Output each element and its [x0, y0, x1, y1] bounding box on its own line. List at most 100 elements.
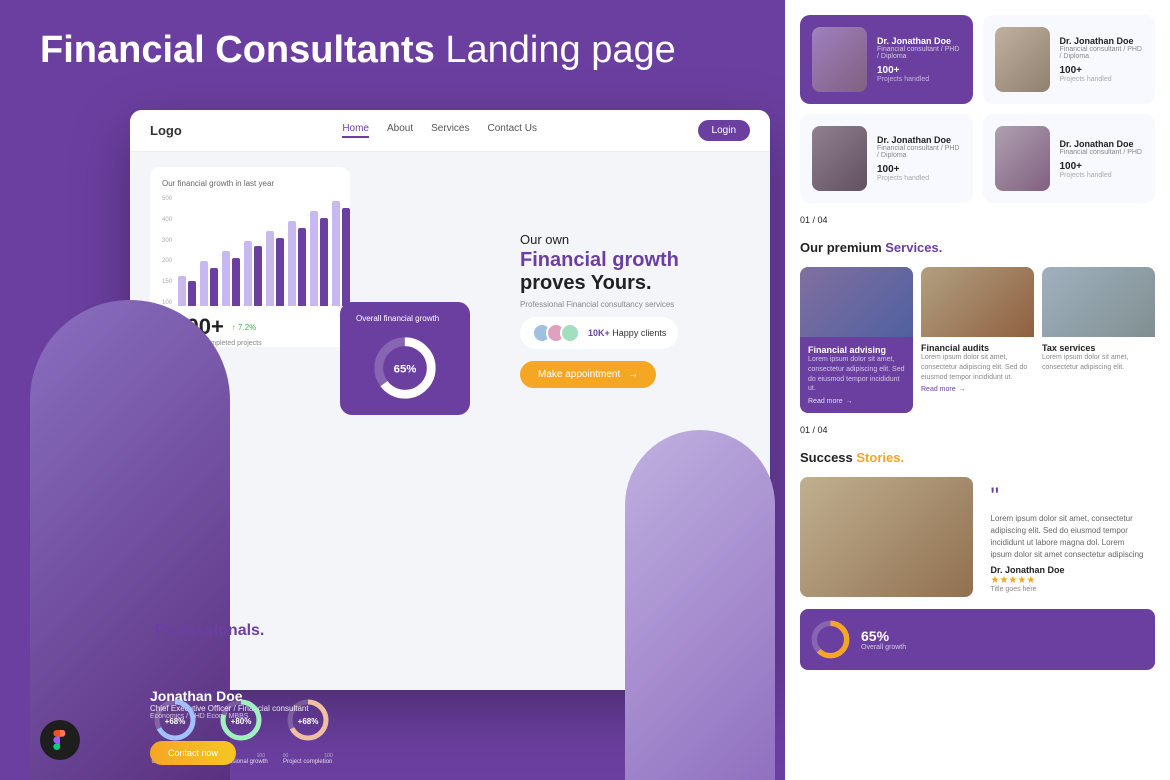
- contact-button[interactable]: Contact now: [150, 741, 236, 765]
- consultant-card-1: Dr. Jonathan Doe Financial consultant / …: [800, 15, 973, 104]
- consultant-projects-label-3: Projects handled: [877, 175, 961, 182]
- service-card-3: Tax services Lorem ipsum dolor sit amet,…: [1042, 267, 1155, 413]
- hero-text: Our own Financial growth proves Yours. P…: [520, 232, 750, 388]
- consultant-avatar-3: [812, 126, 867, 191]
- service-desc-1: Lorem ipsum dolor sit amet, consectetur …: [808, 355, 905, 394]
- service-info-3: Tax services Lorem ipsum dolor sit amet,…: [1042, 337, 1155, 379]
- professionals-text: Professionals.: [155, 622, 264, 640]
- consultant-role-3: Financial consultant / PHD / Diploma: [877, 145, 961, 159]
- gauge-chart-1: +68%: [150, 695, 200, 745]
- read-more-2[interactable]: Read more →: [921, 386, 1034, 393]
- chart-title: Our financial growth in last year: [162, 179, 338, 188]
- donut-chart: 65%: [370, 333, 440, 403]
- service-name-1: Financial advising: [808, 345, 905, 355]
- services-section-title: Our premium Services.: [800, 240, 1155, 255]
- consultant-projects-label-1: Projects handled: [877, 76, 961, 83]
- consultant-avatar-4: [995, 126, 1050, 191]
- quote-author-title: Title goes here: [991, 586, 1148, 593]
- quote-mark: ": [991, 485, 1148, 509]
- clients-row: 10K+ Happy clients: [520, 317, 678, 349]
- service-image-1: [800, 267, 913, 337]
- consultant-card-3: Dr. Jonathan Doe Financial consultant / …: [800, 114, 973, 203]
- mini-gauge-label: Overall growth: [861, 644, 906, 651]
- service-card-1: Financial advising Lorem ipsum dolor sit…: [800, 267, 913, 413]
- hero-sub: Our own: [520, 232, 750, 247]
- success-image: [800, 477, 973, 597]
- service-desc-3: Lorem ipsum dolor sit amet, consectetur …: [1042, 353, 1155, 373]
- logo: Logo: [150, 123, 182, 138]
- hero-tagline: Professional Financial consultancy servi…: [520, 300, 750, 309]
- mini-gauge-chart: [808, 617, 853, 662]
- consultant-info-1: Dr. Jonathan Doe Financial consultant / …: [877, 36, 961, 83]
- clients-text: 10K+ Happy clients: [588, 328, 666, 338]
- appointment-button[interactable]: Make appointment →: [520, 361, 656, 388]
- gauge-chart-2: +80%: [216, 695, 266, 745]
- donut-label: 65%: [394, 363, 417, 375]
- consultant-projects-label-4: Projects handled: [1060, 172, 1144, 179]
- growth-card-title: Overall financial growth: [356, 314, 454, 323]
- quote-text: Lorem ipsum dolor sit amet, consectetur …: [991, 513, 1148, 561]
- service-name-2: Financial audits: [921, 343, 1034, 353]
- gauge-label-3: Project completion: [283, 759, 333, 765]
- pagination-1: 01 / 04: [800, 215, 1155, 225]
- service-name-3: Tax services: [1042, 343, 1155, 353]
- consultant-info-2: Dr. Jonathan Doe Financial consultant / …: [1060, 36, 1144, 83]
- chart-y-labels: 500 400 300 200 150 100: [162, 196, 172, 306]
- consultant-name-3: Dr. Jonathan Doe: [877, 135, 961, 145]
- growth-card: Overall financial growth 65%: [340, 302, 470, 415]
- svg-text:+68%: +68%: [297, 717, 318, 726]
- service-info-2: Financial audits Lorem ipsum dolor sit a…: [921, 337, 1034, 399]
- hero-main: Financial growth proves Yours.: [520, 249, 750, 295]
- consultant-name-1: Dr. Jonathan Doe: [877, 36, 961, 46]
- nav-services[interactable]: Services: [431, 123, 469, 138]
- page-title: Financial Consultants Landing page: [40, 30, 745, 72]
- nav-home[interactable]: Home: [342, 123, 369, 138]
- services-grid: Financial advising Lorem ipsum dolor sit…: [800, 267, 1155, 413]
- avatar-3: [560, 323, 580, 343]
- read-more-1[interactable]: Read more →: [808, 398, 905, 405]
- service-image-3: [1042, 267, 1155, 337]
- consultant-role-2: Financial consultant / PHD / Diploma: [1060, 46, 1144, 60]
- svg-text:+80%: +80%: [231, 717, 252, 726]
- chart-bars: [178, 196, 350, 306]
- stars: ★★★★★: [991, 575, 1148, 586]
- consultant-grid: Dr. Jonathan Doe Financial consultant / …: [800, 15, 1155, 203]
- quote-author: Dr. Jonathan Doe: [991, 565, 1148, 575]
- consultant-info-3: Dr. Jonathan Doe Financial consultant / …: [877, 135, 961, 182]
- nav-links: Home About Services Contact Us: [202, 123, 678, 138]
- person-right-placeholder: [625, 430, 775, 780]
- service-desc-2: Lorem ipsum dolor sit amet, consectetur …: [921, 353, 1034, 382]
- service-overlay-1: Financial advising Lorem ipsum dolor sit…: [800, 337, 913, 413]
- consultant-projects-1: 100+: [877, 65, 961, 76]
- browser-nav: Logo Home About Services Contact Us Logi…: [130, 110, 770, 152]
- figma-icon: [40, 720, 80, 760]
- consultant-name-2: Dr. Jonathan Doe: [1060, 36, 1144, 46]
- left-panel: Financial Consultants Landing page Logo …: [0, 0, 785, 780]
- service-card-2: Financial audits Lorem ipsum dolor sit a…: [921, 267, 1034, 413]
- nav-contact[interactable]: Contact Us: [488, 123, 537, 138]
- success-section-title: Success Stories.: [800, 450, 1155, 465]
- login-button[interactable]: Login: [698, 120, 750, 141]
- service-image-2: [921, 267, 1034, 337]
- success-section: Success Stories. " Lorem ipsum dolor sit…: [800, 450, 1155, 670]
- consultant-avatar-2: [995, 27, 1050, 92]
- consultant-role-4: Financial consultant / PHD: [1060, 149, 1144, 156]
- nav-about[interactable]: About: [387, 123, 413, 138]
- consultant-role-1: Financial consultant / PHD / Diploma: [877, 46, 961, 60]
- right-panel: Dr. Jonathan Doe Financial consultant / …: [785, 0, 1170, 780]
- consultant-projects-label-2: Projects handled: [1060, 76, 1144, 83]
- svg-text:+68%: +68%: [165, 717, 186, 726]
- mini-gauge-percent: 65%: [861, 628, 906, 644]
- consultant-avatar-1: [812, 27, 867, 92]
- consultant-card-4: Dr. Jonathan Doe Financial consultant / …: [983, 114, 1156, 203]
- gauge-chart-3: +68%: [283, 695, 333, 745]
- quote-card: " Lorem ipsum dolor sit amet, consectetu…: [983, 477, 1156, 601]
- consultant-name-4: Dr. Jonathan Doe: [1060, 139, 1144, 149]
- consultant-info-4: Dr. Jonathan Doe Financial consultant / …: [1060, 139, 1144, 179]
- consultant-projects-3: 100+: [877, 164, 961, 175]
- stat-change: ↑ 7.2%: [232, 323, 256, 332]
- donut-container: 65%: [356, 333, 454, 403]
- gauge-3: +68% 00100 Project completion: [283, 695, 333, 765]
- avatar-stack: [532, 323, 580, 343]
- consultant-projects-4: 100+: [1060, 161, 1144, 172]
